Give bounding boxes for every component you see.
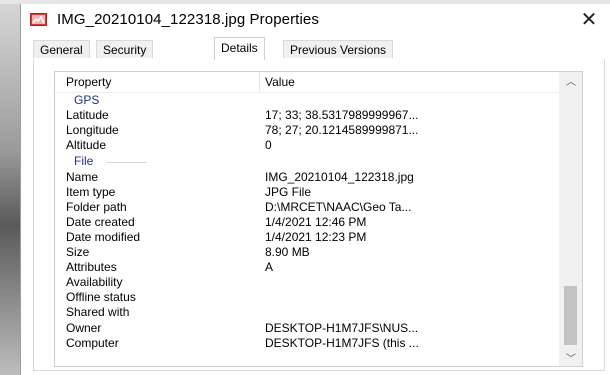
close-button[interactable]: ✕ [567, 4, 610, 34]
details-panel: Property Value GPS Latitude 17; 33; 38.5… [33, 59, 605, 371]
property-value: 8.90 MB [265, 245, 310, 259]
tab-security[interactable]: Security [96, 40, 154, 58]
table-row[interactable]: Attributes A [55, 260, 561, 275]
table-row[interactable]: Name IMG_20210104_122318.jpg [55, 170, 561, 185]
property-name: Offline status [66, 290, 136, 304]
property-name: Item type [66, 185, 116, 199]
desktop-background-left [0, 0, 20, 375]
column-header-property[interactable]: Property [66, 75, 111, 89]
property-value: JPG File [265, 185, 312, 199]
property-name: Availability [66, 275, 123, 289]
property-value: 1/4/2021 12:23 PM [265, 230, 367, 244]
property-value: 78; 27; 20.1214589999871... [265, 123, 419, 137]
list-header: Property Value [55, 72, 561, 93]
property-name: Size [66, 245, 90, 259]
column-separator[interactable] [259, 72, 260, 92]
property-name: Date created [66, 215, 135, 229]
property-name: Latitude [66, 108, 109, 122]
property-value: IMG_20210104_122318.jpg [265, 170, 414, 184]
table-row[interactable]: Item type JPG File [55, 185, 561, 200]
chevron-down-icon: ﹀ [566, 354, 576, 365]
property-value: A [265, 260, 274, 274]
property-value: DESKTOP-H1M7JFS (this ... [265, 336, 419, 350]
property-name: Owner [66, 321, 102, 335]
table-row[interactable]: Offline status [55, 290, 561, 305]
table-row[interactable]: Date created 1/4/2021 12:46 PM [55, 215, 561, 230]
property-name: Name [66, 170, 99, 184]
tab-previous-versions[interactable]: Previous Versions [283, 40, 394, 58]
table-row[interactable]: Latitude 17; 33; 38.5317989999967... [55, 108, 561, 123]
scroll-up-button[interactable]: ︿ [560, 72, 582, 89]
property-value: 0 [265, 138, 272, 152]
table-row[interactable]: Shared with [55, 305, 561, 320]
scroll-thumb[interactable] [564, 286, 577, 345]
group-header-file: File [55, 154, 561, 169]
group-divider [107, 162, 147, 163]
scroll-down-button[interactable]: ﹀ [560, 349, 582, 366]
property-name: Longitude [66, 123, 119, 137]
window-title: IMG_20210104_122318.jpg Properties [57, 11, 319, 28]
table-row[interactable]: Owner DESKTOP-H1M7JFS\NUS... [55, 321, 561, 336]
tab-details[interactable]: Details [214, 37, 265, 60]
table-row[interactable]: Date modified 1/4/2021 12:23 PM [55, 230, 561, 245]
table-row[interactable]: Computer DESKTOP-H1M7JFS (this ... [55, 336, 561, 351]
property-value: 17; 33; 38.5317989999967... [265, 108, 419, 122]
tab-general[interactable]: General [33, 40, 90, 58]
property-value: 1/4/2021 12:46 PM [265, 215, 367, 229]
table-row[interactable]: Altitude 0 [55, 138, 561, 153]
image-file-icon [30, 13, 47, 26]
properties-dialog: IMG_20210104_122318.jpg Properties ✕ Gen… [20, 4, 610, 375]
table-row[interactable]: Folder path D:\MRCET\NAAC\Geo Ta... [55, 200, 561, 215]
table-row[interactable]: Availability [55, 275, 561, 290]
property-name: Shared with [66, 305, 130, 319]
tab-strip: General Security Details Previous Versio… [33, 37, 605, 60]
group-header-gps: GPS [55, 93, 561, 108]
property-name: Folder path [66, 200, 127, 214]
table-row[interactable]: Longitude 78; 27; 20.1214589999871... [55, 123, 561, 138]
details-list[interactable]: Property Value GPS Latitude 17; 33; 38.5… [54, 71, 583, 367]
property-value: D:\MRCET\NAAC\Geo Ta... [265, 200, 412, 214]
table-row[interactable]: Size 8.90 MB [55, 245, 561, 260]
property-name: Date modified [66, 230, 141, 244]
property-value: DESKTOP-H1M7JFS\NUS... [265, 321, 419, 335]
column-header-value[interactable]: Value [265, 75, 295, 89]
vertical-scrollbar[interactable]: ︿ ﹀ [559, 72, 582, 366]
group-label-gps: GPS [74, 93, 104, 108]
title-bar[interactable]: IMG_20210104_122318.jpg Properties ✕ [21, 4, 610, 34]
property-name: Attributes [66, 260, 117, 274]
group-label-file: File [74, 154, 98, 169]
chevron-up-icon: ︿ [566, 77, 576, 88]
close-icon: ✕ [580, 8, 598, 31]
property-name: Altitude [66, 138, 107, 152]
property-name: Computer [66, 336, 119, 350]
